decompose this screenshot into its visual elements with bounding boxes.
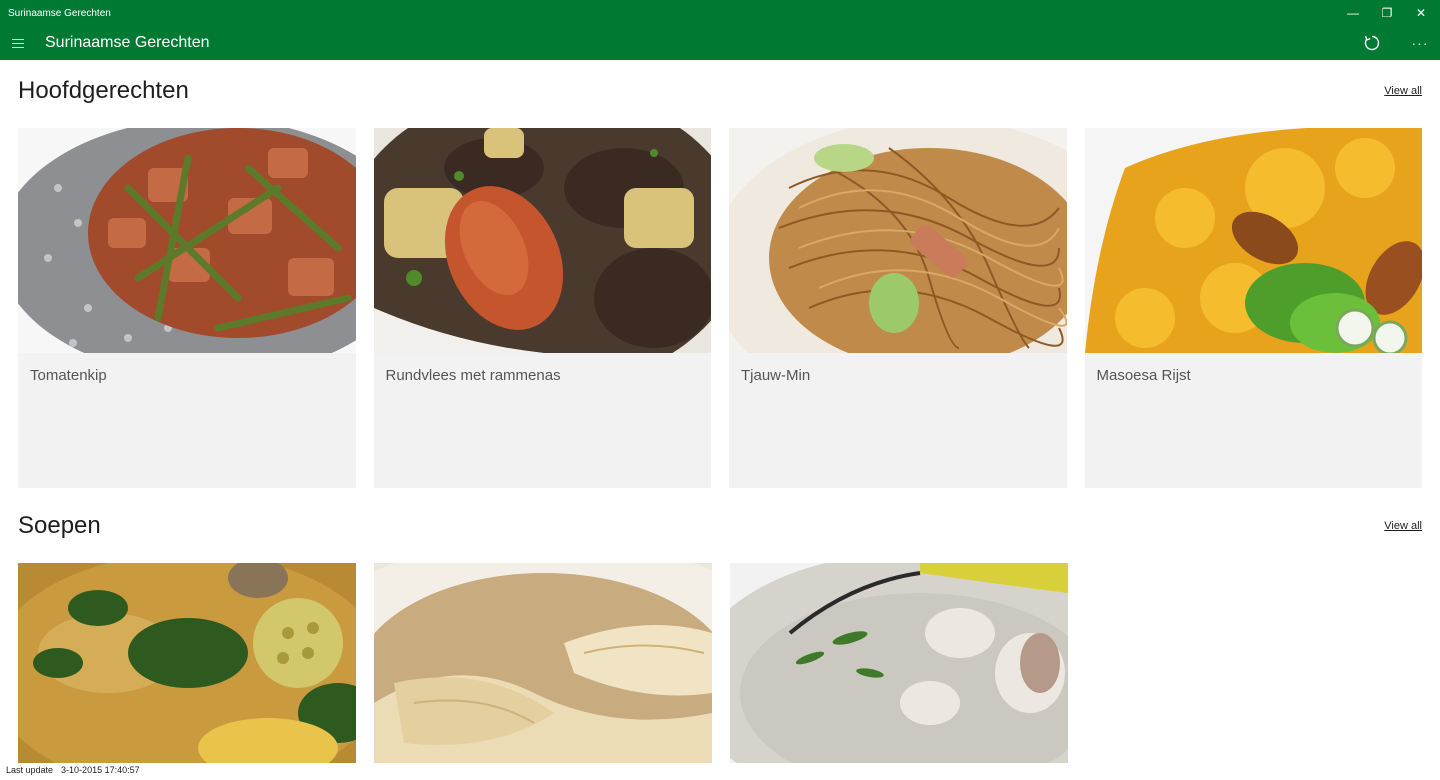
window-title-bar: Surinaamse Gerechten — ❐ ✕ xyxy=(0,0,1440,26)
last-update-value: 3-10-2015 17:40:57 xyxy=(61,765,140,775)
last-update-label: Last update xyxy=(6,765,54,775)
recipe-title: Rundvlees met rammenas xyxy=(385,367,561,384)
recipe-photo xyxy=(374,563,712,763)
recipe-card[interactable]: Masoesa Rijst xyxy=(1084,128,1422,488)
hamburger-icon xyxy=(12,38,24,48)
refresh-button[interactable] xyxy=(1352,26,1392,60)
recipe-card[interactable] xyxy=(18,563,356,763)
recipe-card[interactable] xyxy=(374,563,712,763)
recipe-title: Tomatenkip xyxy=(30,367,107,384)
last-update-footer: Last update 3-10-2015 17:40:57 xyxy=(6,765,140,775)
recipe-grid-soepen xyxy=(18,563,1422,763)
recipe-photo xyxy=(1084,128,1422,353)
view-all-link[interactable]: View all xyxy=(1384,520,1422,532)
more-options-button[interactable]: ··· xyxy=(1400,26,1440,60)
section-title: Soepen xyxy=(18,512,101,539)
app-title: Surinaamse Gerechten xyxy=(45,34,210,51)
hamburger-menu-button[interactable] xyxy=(0,26,36,60)
recipe-card[interactable]: Tomatenkip xyxy=(18,128,356,488)
section-header-soepen: Soepen View all xyxy=(18,506,1422,546)
recipe-grid-hoofdgerechten: Tomatenkip Rundvlees met rammenas Tjauw-… xyxy=(18,128,1422,488)
recipe-photo xyxy=(18,128,356,353)
recipe-photo xyxy=(729,128,1067,353)
close-button[interactable]: ✕ xyxy=(1404,0,1438,26)
window-title: Surinaamse Gerechten xyxy=(8,7,111,19)
recipe-card[interactable] xyxy=(730,563,1068,763)
recipe-card[interactable]: Tjauw-Min xyxy=(729,128,1067,488)
recipe-photo xyxy=(373,128,711,353)
restore-button[interactable]: ❐ xyxy=(1370,0,1404,26)
recipe-photo xyxy=(18,563,356,763)
section-title: Hoofdgerechten xyxy=(18,77,189,104)
recipe-title: Masoesa Rijst xyxy=(1096,367,1191,384)
section-header-hoofdgerechten: Hoofdgerechten View all xyxy=(18,71,1422,111)
recipe-photo xyxy=(730,563,1068,763)
app-bar: Surinaamse Gerechten ··· xyxy=(0,26,1440,60)
recipe-title: Tjauw-Min xyxy=(741,367,811,384)
refresh-icon xyxy=(1364,35,1380,51)
minimize-button[interactable]: — xyxy=(1336,0,1370,26)
recipe-card[interactable]: Rundvlees met rammenas xyxy=(373,128,711,488)
view-all-link[interactable]: View all xyxy=(1384,85,1422,97)
